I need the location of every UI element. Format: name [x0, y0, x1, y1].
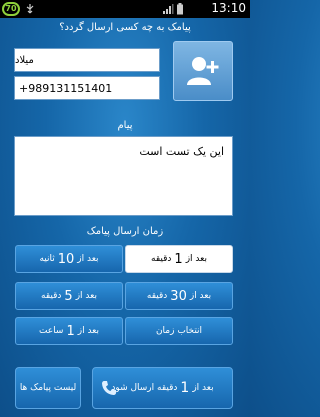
send-button[interactable]: بعد از 1 دقیقه ارسال شود — [92, 367, 233, 409]
status-bar: 70 13:10 — [0, 0, 250, 18]
battery-level-icon: 70 — [2, 2, 20, 16]
option-after-10-seconds[interactable]: بعد از 10 ثانیه — [15, 245, 123, 273]
phone-icon — [102, 381, 116, 395]
clock: 13:10 — [211, 1, 246, 15]
add-contact-icon — [187, 57, 219, 85]
option-choose-time[interactable]: انتخاب زمان — [125, 317, 233, 345]
message-input[interactable]: این یک تست است — [14, 136, 233, 216]
option-after-1-minute[interactable]: بعد از 1 دقیقه — [125, 245, 233, 273]
contact-name-field[interactable]: میلاد — [14, 48, 160, 72]
page-title: پیامک به چه کسی ارسال گردد؟ — [59, 22, 191, 33]
message-label: پیام — [117, 120, 133, 131]
option-after-1-hour[interactable]: بعد از 1 ساعت — [15, 317, 123, 345]
add-contact-button[interactable] — [173, 41, 233, 101]
signal-icon — [163, 4, 174, 14]
option-after-5-minutes[interactable]: بعد از 5 دقیقه — [15, 282, 123, 310]
schedule-label: زمان ارسال پیامک — [86, 226, 164, 237]
sms-list-button[interactable]: لیست پیامک ها — [15, 367, 81, 409]
usb-icon — [26, 4, 34, 14]
phone-number-field[interactable]: +989131151401 — [14, 76, 160, 100]
option-after-30-minutes[interactable]: بعد از 30 دقیقه — [125, 282, 233, 310]
battery-icon — [177, 3, 183, 15]
